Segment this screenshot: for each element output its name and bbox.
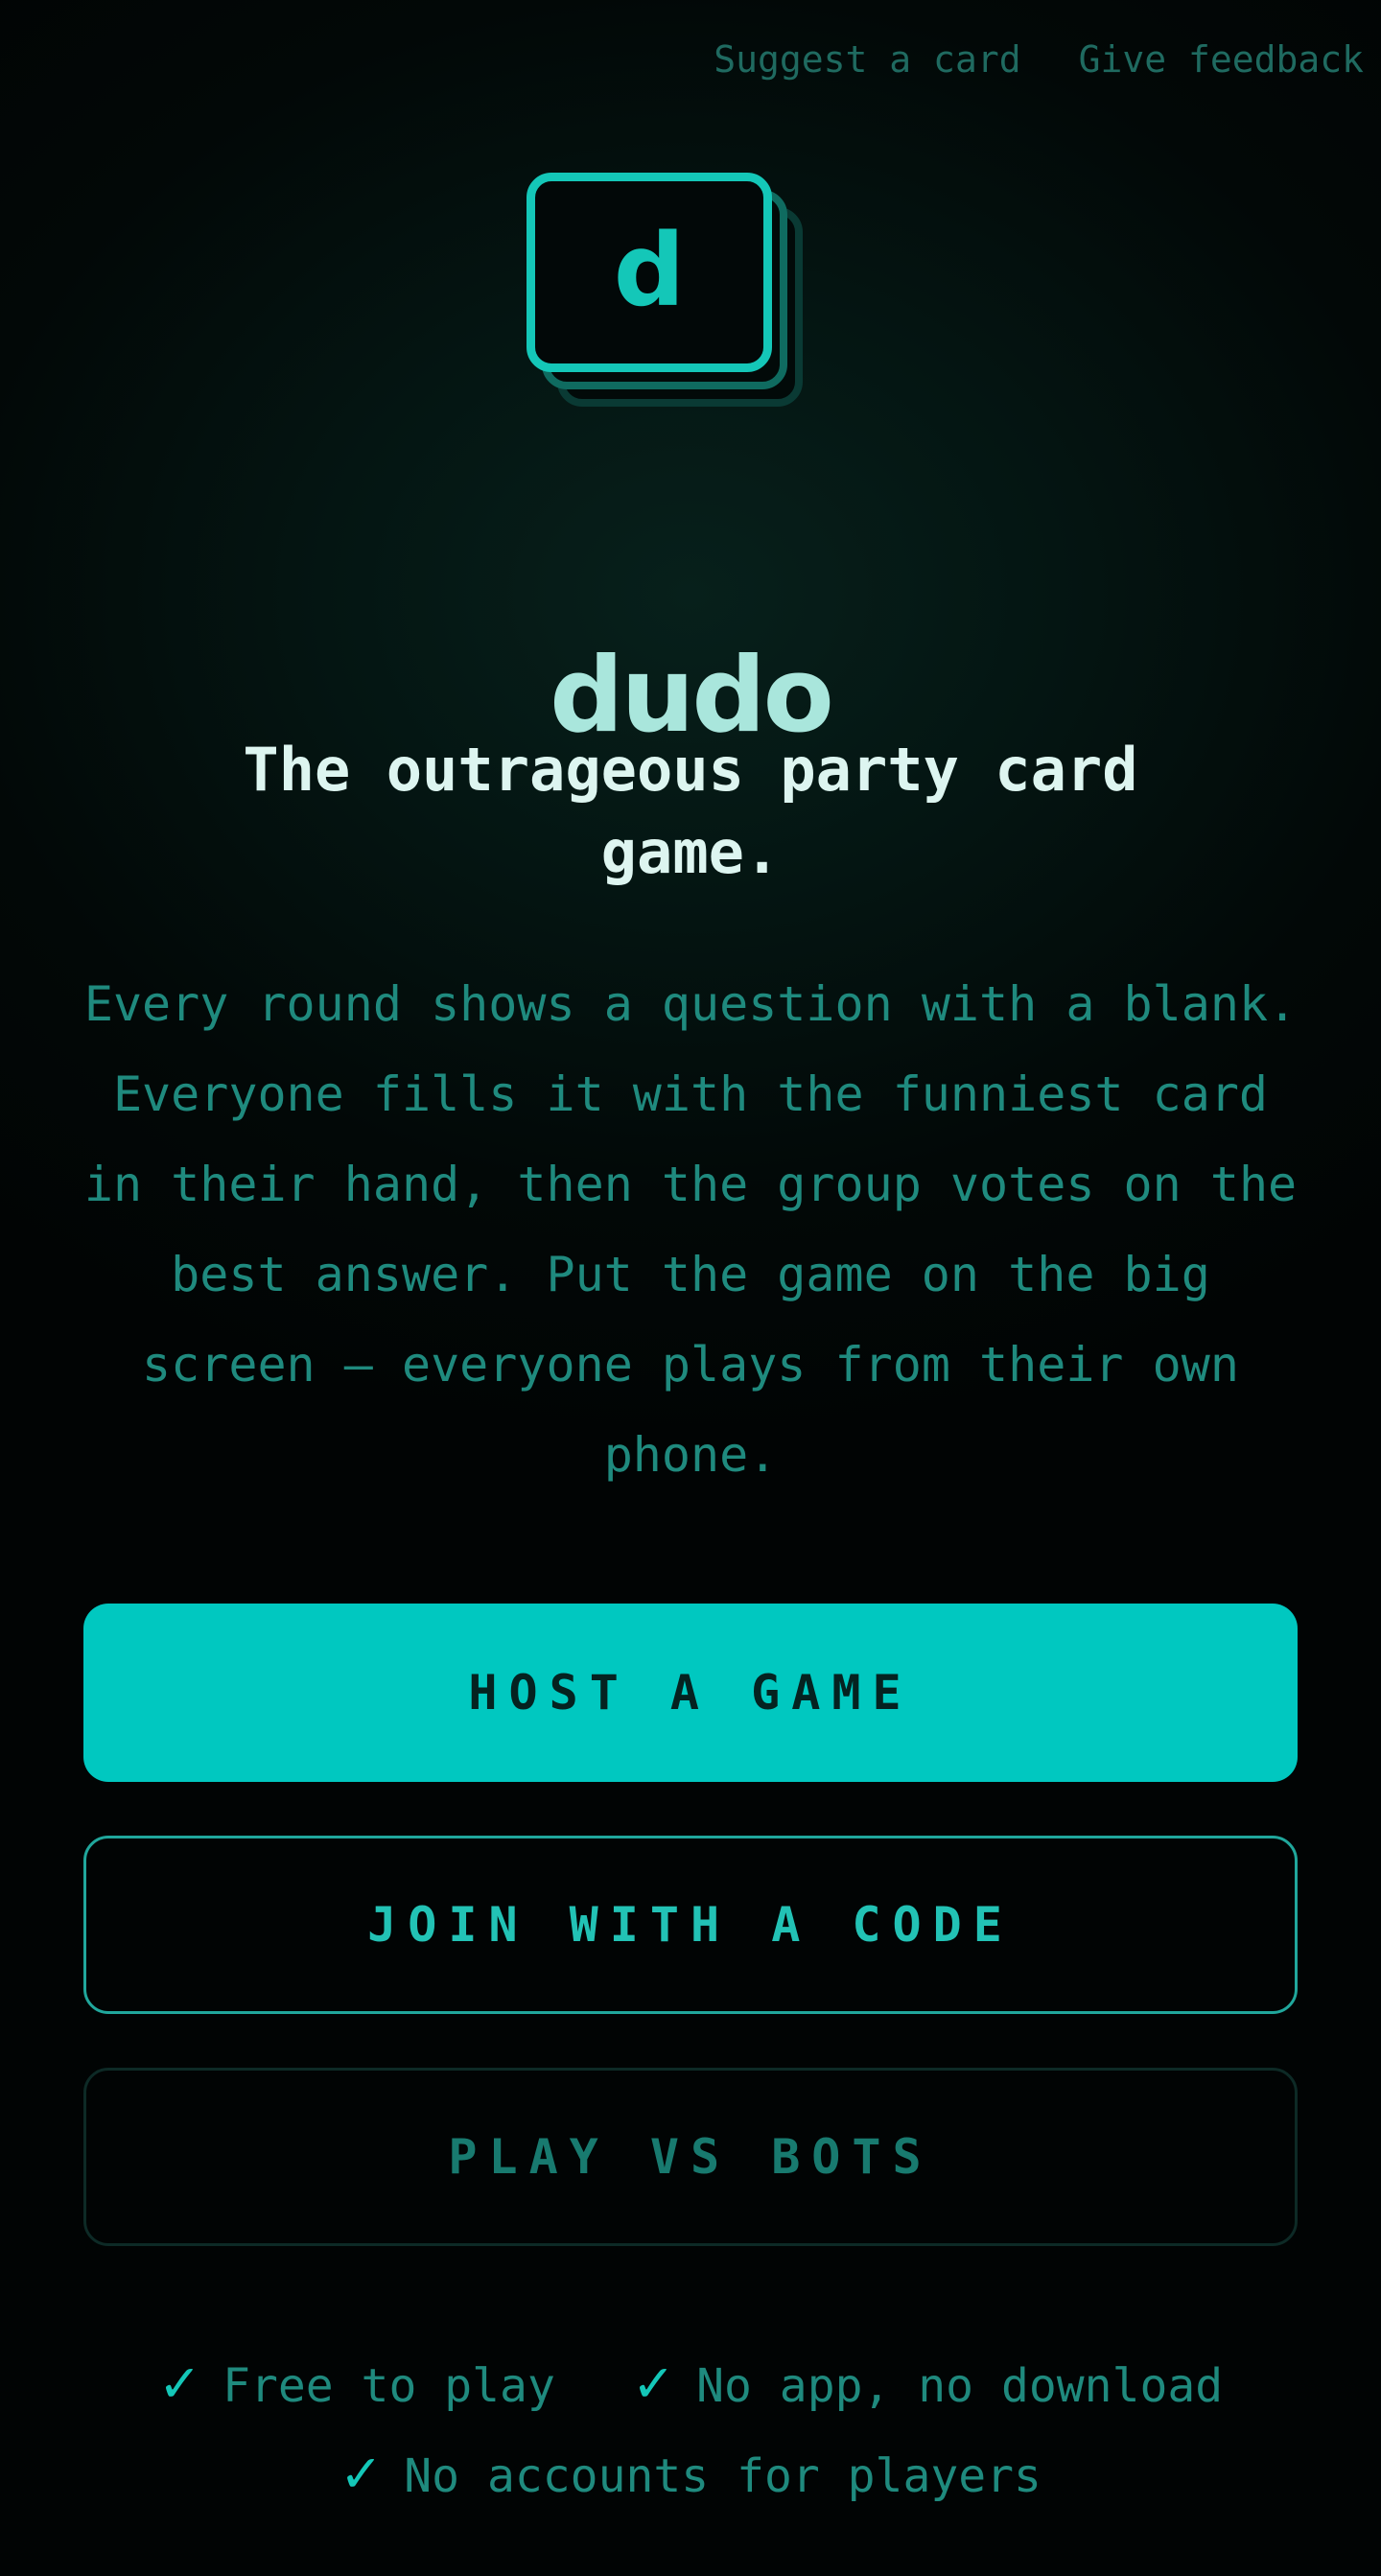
feature-item: ✓ No app, no download xyxy=(632,2339,1223,2431)
suggest-card-link[interactable]: Suggest a card xyxy=(714,38,1020,81)
feature-label: No accounts for players xyxy=(404,2449,1042,2503)
host-game-button[interactable]: HOST A GAME xyxy=(83,1604,1298,1782)
logo-letter: d xyxy=(613,212,686,329)
landing-page: Suggest a card Give feedback d dudo The … xyxy=(0,0,1381,2576)
logo-card-front: d xyxy=(527,173,772,372)
tagline: The outrageous party card game. xyxy=(243,735,1138,887)
feature-row: ✓ Free to play ✓ No app, no download xyxy=(0,2340,1381,2430)
check-icon: ✓ xyxy=(631,2354,676,2414)
give-feedback-link[interactable]: Give feedback xyxy=(1079,38,1364,81)
play-vs-bots-button[interactable]: PLAY VS BOTS xyxy=(83,2068,1298,2246)
feature-item: ✓ No accounts for players xyxy=(339,2429,1042,2521)
logo: d xyxy=(527,173,810,412)
join-with-code-button[interactable]: JOIN WITH A CODE xyxy=(83,1836,1298,2014)
feature-list: ✓ Free to play ✓ No app, no download ✓ No a… xyxy=(0,2340,1381,2520)
feature-item: ✓ Free to play xyxy=(158,2339,555,2431)
top-nav: Suggest a card Give feedback xyxy=(714,38,1364,81)
check-icon: ✓ xyxy=(339,2444,384,2504)
check-icon: ✓ xyxy=(157,2354,202,2414)
game-description: Every round shows a question with a blan… xyxy=(83,976,1298,1483)
feature-label: No app, no download xyxy=(696,2359,1224,2413)
feature-label: Free to play xyxy=(222,2359,555,2413)
feature-row: ✓ No accounts for players xyxy=(0,2430,1381,2520)
